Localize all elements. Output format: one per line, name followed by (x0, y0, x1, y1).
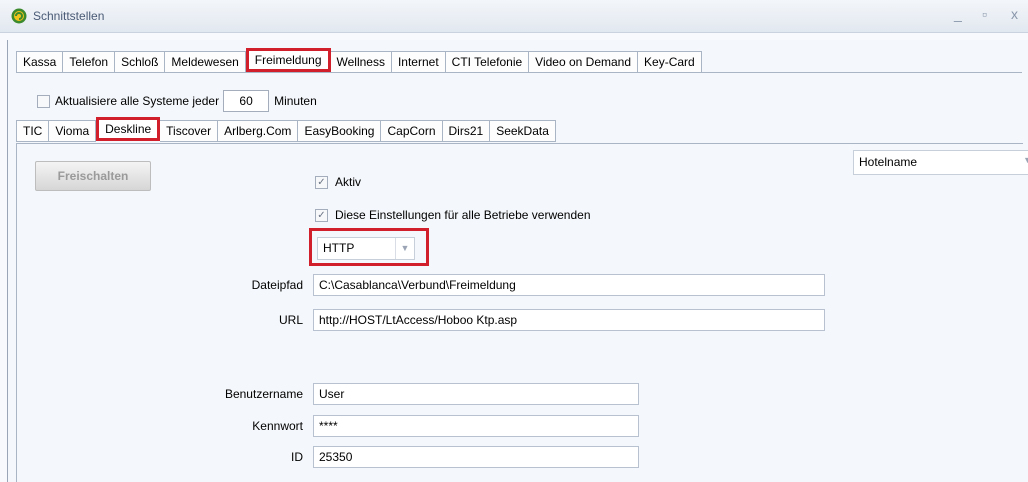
casablanca-logo-icon (11, 8, 27, 24)
dateipfad-field[interactable]: C:\Casablanca\Verbund\Freimeldung (313, 274, 825, 296)
maximize-icon[interactable]: ▫ (982, 6, 987, 22)
protocol-highlight: HTTP ▼ (309, 228, 429, 266)
main-tab-bar: Kassa Telefon Schloß Meldewesen Freimeldung W… (16, 48, 702, 73)
subtab-arlberg-com[interactable]: Arlberg.Com (218, 120, 299, 142)
all-businesses-checkbox[interactable]: ✓ (315, 208, 328, 222)
benutzername-field[interactable]: User (313, 383, 639, 405)
close-icon[interactable]: x (1011, 6, 1018, 22)
minutes-input[interactable]: 60 (223, 90, 270, 112)
tab-key-card[interactable]: Key-Card (638, 51, 702, 73)
subtab-dirs21[interactable]: Dirs21 (442, 120, 491, 142)
subtab-capcorn[interactable]: CapCorn (381, 120, 443, 142)
unlock-button[interactable]: Freischalten (35, 161, 151, 191)
aktiv-row: ✓ Aktiv (315, 175, 361, 189)
tab-kassa[interactable]: Kassa (16, 51, 64, 73)
aktiv-checkbox[interactable]: ✓ (315, 175, 328, 189)
minimize-icon[interactable]: _ (954, 6, 962, 22)
tab-schlo-[interactable]: Schloß (115, 51, 166, 73)
tab-meldewesen[interactable]: Meldewesen (165, 51, 246, 73)
kennwort-field[interactable]: **** (313, 415, 639, 437)
tab-wellness[interactable]: Wellness (330, 51, 392, 73)
subtab-easybooking[interactable]: EasyBooking (298, 120, 382, 142)
subtab-deskline[interactable]: Deskline (96, 117, 161, 141)
hotel-select-value: Hotelname (859, 155, 918, 169)
tab-video-on-demand[interactable]: Video on Demand (529, 51, 639, 73)
update-checkbox[interactable] (37, 94, 50, 108)
tab-telefon[interactable]: Telefon (63, 51, 116, 73)
chevron-down-icon[interactable]: ▼ (1023, 155, 1028, 165)
id-field[interactable]: 25350 (313, 446, 639, 468)
benutzername-label: Benutzername (224, 387, 303, 401)
url-field[interactable]: http://HOST/LtAccess/Hoboo Ktp.asp (313, 309, 825, 331)
sub-tab-bar: TIC Vioma Deskline Tiscover Arlberg.Com EasyB… (16, 117, 556, 142)
subtab-vioma[interactable]: Vioma (49, 120, 97, 142)
update-label: Aktualisiere alle Systeme jeder (55, 94, 220, 108)
kennwort-label: Kennwort (252, 419, 303, 433)
window: Schnittstellen _ ▫ x Kassa Telefon Schloß M… (0, 0, 1028, 482)
window-title: Schnittstellen (33, 9, 105, 23)
all-businesses-row: ✓ Diese Einstellungen für alle Betriebe … (315, 208, 591, 222)
tab-cti-telefonie[interactable]: CTI Telefonie (445, 51, 530, 73)
tab-freimeldung[interactable]: Freimeldung (245, 48, 331, 72)
tab-divider (16, 72, 1022, 73)
deskline-panel: Freischalten Hotelname ▼ ✓ Aktiv ✓ Diese… (16, 143, 1028, 482)
protocol-select[interactable]: HTTP ▼ (317, 237, 415, 260)
chevron-down-icon[interactable]: ▼ (395, 238, 414, 259)
protocol-value: HTTP (323, 241, 355, 255)
subtab-seekdata[interactable]: SeekData (490, 120, 556, 142)
url-label: URL (278, 313, 303, 327)
minutes-label: Minuten (274, 94, 317, 108)
id-label: ID (291, 450, 303, 464)
subtab-tiscover[interactable]: Tiscover (160, 120, 219, 142)
subtab-tic[interactable]: TIC (16, 120, 50, 142)
content-area: Kassa Telefon Schloß Meldewesen Freimeldung W… (7, 40, 1028, 482)
aktiv-label: Aktiv (335, 175, 362, 189)
update-interval-row: Aktualisiere alle Systeme jeder 60 Minut… (37, 90, 317, 112)
hotel-select[interactable]: Hotelname ▼ (853, 150, 1028, 175)
title-bar: Schnittstellen _ ▫ x (0, 0, 1028, 33)
dateipfad-label: Dateipfad (251, 278, 303, 292)
all-businesses-label: Diese Einstellungen für alle Betriebe ve… (335, 208, 591, 222)
tab-internet[interactable]: Internet (391, 51, 446, 73)
